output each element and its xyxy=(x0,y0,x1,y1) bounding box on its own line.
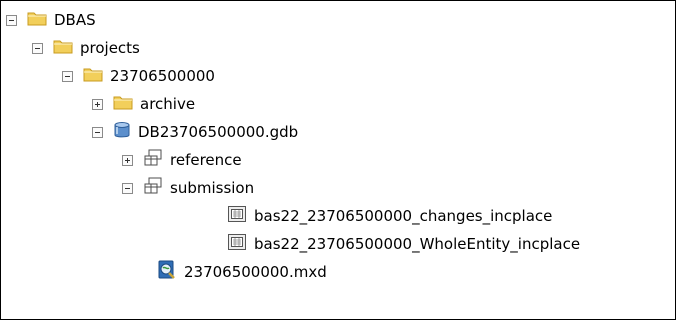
tree-node-23706500000[interactable]: 23706500000 xyxy=(62,62,215,90)
tree-node-archive[interactable]: archive xyxy=(92,90,195,118)
tree-node-geodatabase[interactable]: DB23706500000.gdb xyxy=(92,118,298,146)
map-document-icon xyxy=(157,260,177,284)
tree-node-dbas[interactable]: DBAS xyxy=(6,6,96,34)
collapse-toggle-icon[interactable] xyxy=(92,126,103,138)
tree-node-label: DBAS xyxy=(54,11,96,29)
tree-node-projects[interactable]: projects xyxy=(32,34,140,62)
geodatabase-icon xyxy=(113,121,131,143)
tree-node-label: 23706500000 xyxy=(110,67,215,85)
tree-node-label: reference xyxy=(170,151,242,169)
tree-node-map-document[interactable]: 23706500000.mxd xyxy=(157,258,327,286)
tree-node-reference[interactable]: reference xyxy=(122,146,242,174)
tree-node-label: submission xyxy=(170,179,255,197)
tree-node-label: bas22_23706500000_changes_incplace xyxy=(254,207,553,225)
collapse-toggle-icon[interactable] xyxy=(62,70,73,82)
feature-class-icon xyxy=(227,205,247,227)
tree-node-feature-class-wholeentity[interactable]: bas22_23706500000_WholeEntity_incplace xyxy=(227,230,580,258)
tree-node-feature-class-changes[interactable]: bas22_23706500000_changes_incplace xyxy=(227,202,552,230)
feature-dataset-icon xyxy=(143,149,163,171)
feature-dataset-icon xyxy=(143,177,163,199)
tree-node-submission[interactable]: submission xyxy=(122,174,254,202)
folder-icon xyxy=(83,66,103,86)
folder-icon xyxy=(53,38,73,58)
tree-node-label: projects xyxy=(80,39,140,57)
catalog-tree-panel: DBAS projects 23706500000 archive DB2370… xyxy=(0,0,676,320)
tree-node-label: archive xyxy=(140,95,196,113)
collapse-toggle-icon[interactable] xyxy=(32,42,43,54)
expand-toggle-icon[interactable] xyxy=(122,154,133,166)
collapse-toggle-icon[interactable] xyxy=(6,14,17,26)
tree-node-label: bas22_23706500000_WholeEntity_incplace xyxy=(254,235,581,253)
collapse-toggle-icon[interactable] xyxy=(122,182,133,194)
folder-icon xyxy=(113,94,133,114)
feature-class-icon xyxy=(227,233,247,255)
tree-node-label: DB23706500000.gdb xyxy=(138,123,299,141)
tree-node-label: 23706500000.mxd xyxy=(184,263,327,281)
expand-toggle-icon[interactable] xyxy=(92,98,103,110)
folder-icon xyxy=(27,10,47,30)
